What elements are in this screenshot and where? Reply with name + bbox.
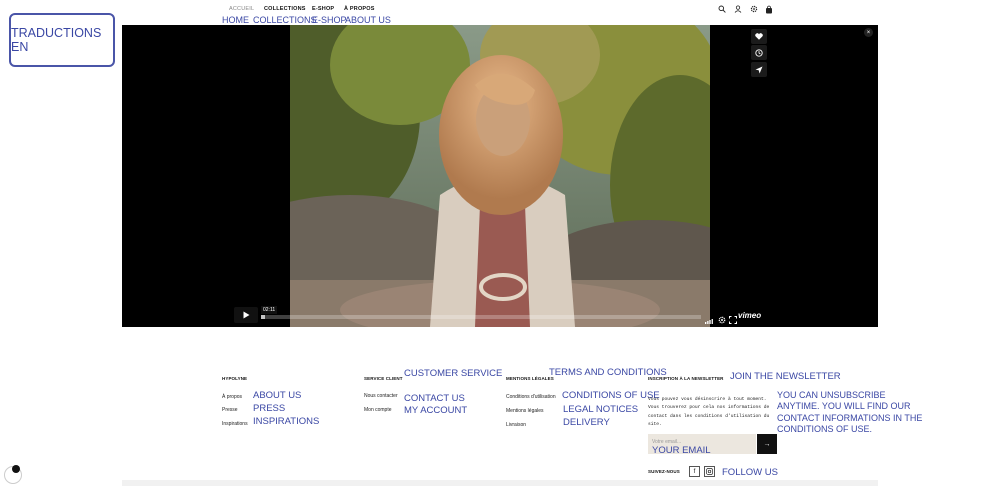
footer-about-en: ABOUT US (253, 390, 302, 401)
footer-newsletter-en: JOIN THE NEWSLETTER (730, 371, 841, 382)
video-timecode: 02:11 (261, 306, 278, 314)
footer-follow-en: FOLLOW US (722, 467, 778, 478)
nav-collections-en: COLLECTIONS (253, 15, 317, 25)
video-frame (290, 25, 710, 327)
footer-link-inspirations[interactable]: Inspirations (222, 421, 248, 427)
bag-icon[interactable] (764, 4, 774, 14)
nav-home-en: HOME (222, 15, 249, 25)
footer-press-en: PRESS (253, 403, 286, 414)
footer-link-mon-compte[interactable]: Mon compte (364, 407, 392, 413)
newsletter-email-en: YOUR EMAIL (652, 445, 711, 456)
close-icon[interactable]: × (864, 28, 873, 37)
fullscreen-icon[interactable] (729, 311, 737, 324)
footer-link-mentions-legales[interactable]: Mentions légales (506, 408, 544, 414)
nav-eshop-en: E-SHOP (312, 15, 347, 25)
newsletter-submit-button[interactable]: → (757, 434, 777, 454)
video-player[interactable]: × 02:11 vimeo (122, 25, 878, 327)
nav-about-en: ABOUT US (345, 15, 391, 25)
bottom-bar (122, 480, 878, 486)
footer-link-a-propos[interactable]: À propos (222, 394, 242, 400)
share-icon[interactable] (751, 62, 767, 77)
footer-heading-newsletter: INSCRIPTION À LA NEWSLETTER (648, 376, 724, 381)
footer-heading-service-client: SERVICE CLIENT (364, 376, 403, 381)
search-icon[interactable] (717, 4, 727, 14)
footer-customer-service-en: CUSTOMER SERVICE (404, 368, 503, 379)
nav-collections[interactable]: COLLECTIONS (264, 6, 306, 12)
footer-legal-en: LEGAL NOTICES (563, 404, 639, 415)
nav-accueil[interactable]: ACCUEIL (229, 6, 254, 12)
volume-icon[interactable] (705, 312, 715, 324)
video-progress-bar[interactable] (261, 315, 701, 319)
footer-inspirations-en: INSPIRATIONS (253, 416, 320, 427)
play-icon[interactable] (234, 307, 258, 323)
video-settings-icon[interactable] (718, 311, 726, 324)
vimeo-logo[interactable]: vimeo (738, 311, 761, 320)
footer-conditions-en: CONDITIONS OF USE (562, 390, 660, 401)
footer-follow-label: SUIVEZ-NOUS (648, 469, 680, 474)
footer-account-en: MY ACCOUNT (404, 405, 468, 416)
video-progress-fill (261, 315, 266, 319)
settings-icon[interactable] (749, 4, 759, 14)
watch-later-icon[interactable] (751, 45, 767, 60)
translation-badge: TRADUCTIONS EN (9, 13, 115, 67)
instagram-icon[interactable] (704, 466, 715, 477)
footer-link-conditions[interactable]: Conditions d'utilisation (506, 394, 556, 400)
account-icon[interactable] (733, 4, 743, 14)
footer-delivery-en: DELIVERY (563, 417, 610, 428)
newsletter-description: Vous pouvez vous désinscrire à tout mome… (648, 397, 770, 428)
newsletter-description-en: YOU CAN UNSUBSCRIBE ANYTIME. YOU WILL FI… (777, 390, 923, 434)
footer-link-livraison[interactable]: Livraison (506, 422, 526, 428)
footer-heading-hypolyne: HYPOLYNE (222, 376, 248, 381)
nav-a-propos[interactable]: À PROPOS (344, 6, 375, 12)
nav-eshop[interactable]: E-SHOP (312, 6, 334, 12)
footer-heading-mentions: MENTIONS LÉGALES (506, 376, 554, 381)
chat-notification-dot (12, 465, 20, 473)
like-icon[interactable] (751, 29, 767, 44)
facebook-icon[interactable]: f (689, 466, 700, 477)
footer-link-contact[interactable]: Nous contacter (364, 393, 398, 399)
footer-link-presse[interactable]: Presse (222, 407, 238, 413)
footer-contact-en: CONTACT US (404, 393, 465, 404)
